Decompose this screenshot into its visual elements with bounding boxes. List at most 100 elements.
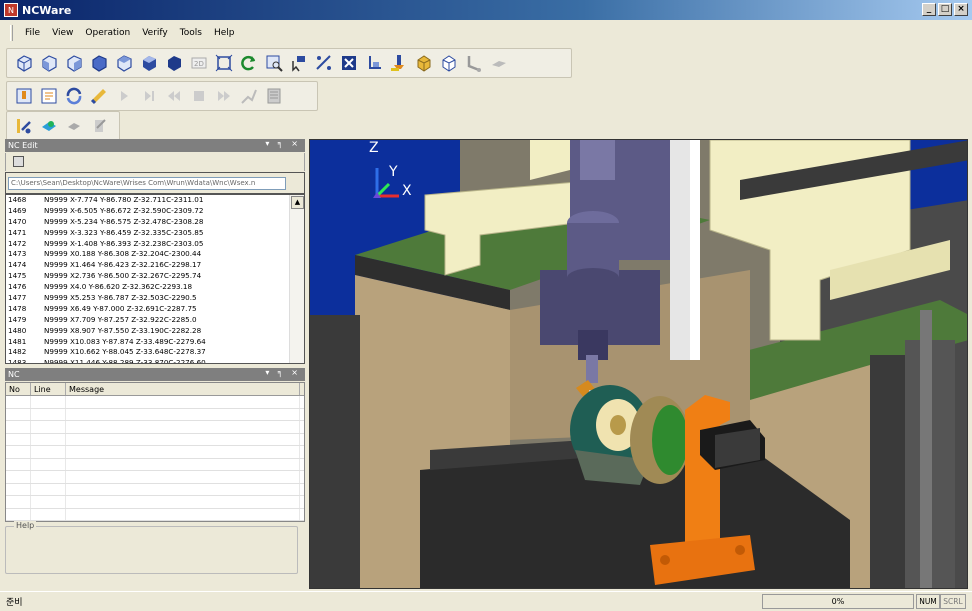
fixture-icon[interactable] <box>63 115 85 137</box>
menu-bar: File View Operation Verify Tools Help <box>0 22 972 44</box>
view-2d-icon[interactable]: 2D <box>188 52 210 74</box>
axis-icon[interactable] <box>363 52 385 74</box>
nc-line-number: 1468 <box>8 195 27 204</box>
nc-line-code: N9999 X5.253 Y-86.787 Z-32.503C-2290.5 <box>44 293 197 303</box>
nc-code-row[interactable]: 1477 N9999 X5.253 Y-86.787 Z-32.503C-2290… <box>6 293 304 304</box>
menu-view[interactable]: View <box>46 28 79 38</box>
scroll-up-icon[interactable]: ▲ <box>291 196 304 209</box>
menu-grip[interactable] <box>10 25 13 41</box>
nc-code-row[interactable]: 1479 N9999 X7.709 Y-87.257 Z-32.922C-2285… <box>6 315 304 326</box>
nc-line-number: 1474 <box>8 260 27 270</box>
window-controls: _ □ × <box>922 3 968 16</box>
nc-line-number: 1482 <box>8 347 27 357</box>
stock-blue-icon[interactable] <box>38 115 60 137</box>
column-no[interactable]: No <box>6 383 31 395</box>
view-top-icon[interactable] <box>138 52 160 74</box>
nc-code-row[interactable]: 1482 N9999 X10.662 Y-88.045 Z-33.648C-227… <box>6 347 304 358</box>
svg-text:2D: 2D <box>194 60 204 68</box>
measure-icon[interactable] <box>313 52 335 74</box>
step-icon[interactable] <box>138 85 160 107</box>
nc-code-row[interactable]: 1471 N9999 X-3.323 Y-86.459 Z-32.335C-230… <box>6 228 304 239</box>
table-row[interactable] <box>6 446 304 459</box>
axis-x-label: X <box>402 183 412 199</box>
panel-controls[interactable]: ▾ ╕ × <box>265 139 301 148</box>
probe-icon[interactable] <box>463 52 485 74</box>
nc-line-number: 1470 <box>8 216 27 226</box>
nc-file-path-box: C:\Users\Sean\Desktop\NcWare\Wrises Com\… <box>5 172 305 194</box>
column-line[interactable]: Line <box>31 383 66 395</box>
select-icon[interactable] <box>288 52 310 74</box>
menu-operation[interactable]: Operation <box>79 28 136 38</box>
nc-code-row[interactable]: 1476 N9999 X4.0 Y-86.620 Z-32.362C-2293.1… <box>6 282 304 293</box>
nc-code-row[interactable]: 1470 N9999 X-5.234 Y-86.575 Z-32.478C-230… <box>6 217 304 228</box>
maximize-button[interactable]: □ <box>938 3 952 16</box>
column-message[interactable]: Message <box>66 383 300 395</box>
table-row[interactable] <box>6 471 304 484</box>
menu-tools[interactable]: Tools <box>174 28 208 38</box>
nc-code-row[interactable]: 1481 N9999 X10.083 Y-87.874 Z-33.489C-227… <box>6 337 304 348</box>
stop-icon[interactable] <box>188 85 210 107</box>
status-bar: 준비 0% NUM SCRL <box>0 591 972 611</box>
panel-controls[interactable]: ▾ ╕ × <box>265 368 301 377</box>
nc-panel-header: NC ▾ ╕ × <box>5 368 305 381</box>
zoom-window-icon[interactable] <box>263 52 285 74</box>
tool-path-icon[interactable] <box>238 85 260 107</box>
close-button[interactable]: × <box>954 3 968 16</box>
nc-code-row[interactable]: 1478 N9999 X6.49 Y-87.000 Z-32.691C-2287.… <box>6 304 304 315</box>
stock-icon[interactable] <box>488 52 510 74</box>
nc-line-number: 1481 <box>8 336 27 346</box>
nc-code-row[interactable]: 1472 N9999 X-1.408 Y-86.393 Z-32.238C-230… <box>6 239 304 250</box>
table-row[interactable] <box>6 483 304 496</box>
view-left-icon[interactable] <box>63 52 85 74</box>
nc-code-row[interactable]: 1469 N9999 X-6.505 Y-86.672 Z-32.590C-230… <box>6 206 304 217</box>
play-icon[interactable] <box>113 85 135 107</box>
nc-line-code: N9999 X0.188 Y-86.308 Z-32.204C-2300.44 <box>44 249 202 259</box>
table-row[interactable] <box>6 496 304 509</box>
nc-code-scrollbar[interactable]: ▲ <box>289 195 304 363</box>
menu-help[interactable]: Help <box>208 28 241 38</box>
open-file-icon[interactable] <box>13 156 24 167</box>
nc-program-icon[interactable] <box>38 85 60 107</box>
fast-forward-icon[interactable] <box>213 85 235 107</box>
delete-icon[interactable] <box>338 52 360 74</box>
nc-code-list[interactable]: 1468 N9999 X-7.774 Y-86.780 Z-32.711C-231… <box>5 194 305 364</box>
tool-icon[interactable] <box>388 52 410 74</box>
title-bar: N NCWare _ □ × <box>0 0 972 20</box>
view-bottom-icon[interactable] <box>163 52 185 74</box>
settings-icon[interactable] <box>263 85 285 107</box>
table-row[interactable] <box>6 408 304 421</box>
tool-holder-icon[interactable] <box>13 115 35 137</box>
export-icon[interactable] <box>88 115 110 137</box>
nc-edit-toolbar <box>5 153 305 171</box>
nc-code-row[interactable]: 1473 N9999 X0.188 Y-86.308 Z-32.204C-2300… <box>6 249 304 260</box>
nc-code-row[interactable]: 1474 N9999 X1.464 Y-86.423 Z-32.216C-2298… <box>6 260 304 271</box>
minimize-button[interactable]: _ <box>922 3 936 16</box>
nc-code-row[interactable]: 1483 N9999 X11.446 Y-88.289 Z-33.870C-227… <box>6 358 304 363</box>
nc-code-row[interactable]: 1468 N9999 X-7.774 Y-86.780 Z-32.711C-231… <box>6 195 304 206</box>
fit-view-icon[interactable] <box>213 52 235 74</box>
rotate-icon[interactable] <box>238 52 260 74</box>
menu-file[interactable]: File <box>19 28 46 38</box>
nc-code-row[interactable]: 1480 N9999 X8.907 Y-87.550 Z-33.190C-2282… <box>6 326 304 337</box>
table-row[interactable] <box>6 396 304 409</box>
rewind-icon[interactable] <box>163 85 185 107</box>
3d-viewport[interactable]: Z Y X <box>309 139 968 589</box>
table-row[interactable] <box>6 508 304 521</box>
simulate-icon[interactable] <box>88 85 110 107</box>
view-front-icon[interactable] <box>38 52 60 74</box>
table-row[interactable] <box>6 421 304 434</box>
nc-code-row[interactable]: 1475 N9999 X2.736 Y-86.500 Z-32.267C-2295… <box>6 271 304 282</box>
table-row[interactable] <box>6 458 304 471</box>
menu-verify[interactable]: Verify <box>136 28 174 38</box>
view-back-icon[interactable] <box>113 52 135 74</box>
machine-icon[interactable] <box>13 85 35 107</box>
cube-solid-icon[interactable] <box>413 52 435 74</box>
refresh-icon[interactable] <box>63 85 85 107</box>
nc-line-code: N9999 X1.464 Y-86.423 Z-32.216C-2298.17 <box>44 260 202 270</box>
table-row[interactable] <box>6 433 304 446</box>
view-iso-icon[interactable] <box>13 52 35 74</box>
view-right-icon[interactable] <box>88 52 110 74</box>
nc-file-path-input[interactable]: C:\Users\Sean\Desktop\NcWare\Wrises Com\… <box>8 177 286 190</box>
cube-wire-icon[interactable] <box>438 52 460 74</box>
app-icon[interactable]: N <box>4 3 18 17</box>
